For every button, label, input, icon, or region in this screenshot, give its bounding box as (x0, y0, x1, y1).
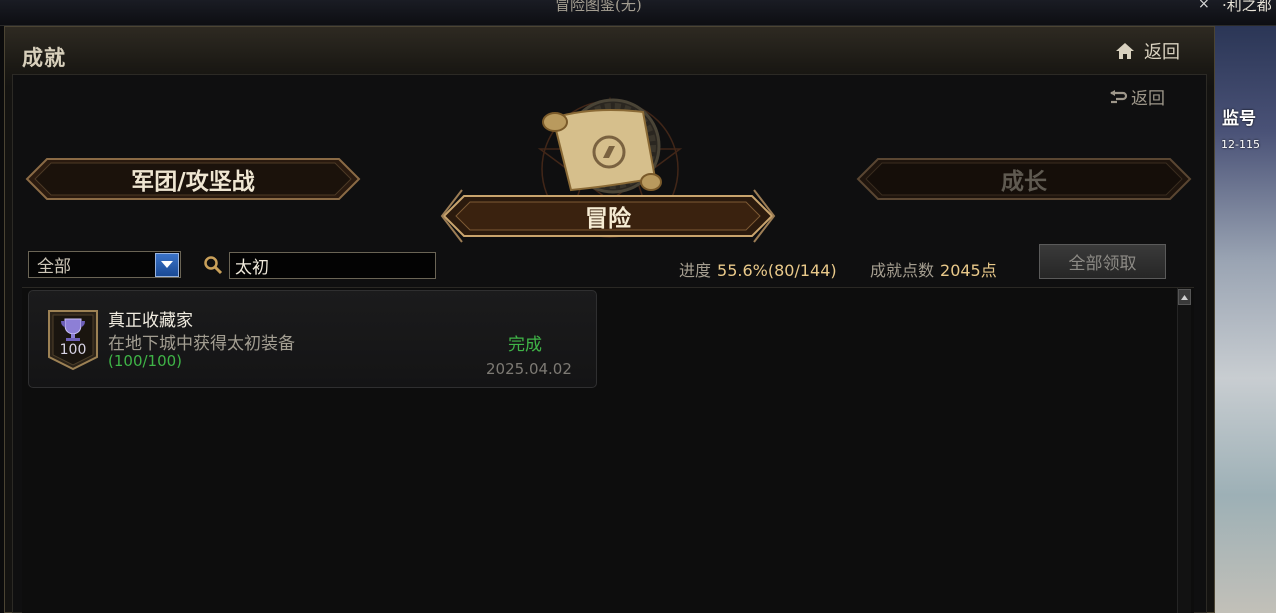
progress-value: 55.6%(80/144) (717, 261, 837, 280)
achievement-title: 真正收藏家 (108, 311, 193, 331)
search-input[interactable] (229, 252, 436, 279)
tab-growth-label: 成长 (1001, 168, 1047, 195)
scroll-emblem-icon (542, 98, 662, 194)
close-icon[interactable]: × (1198, 0, 1210, 12)
list-scrollbar[interactable] (1177, 288, 1191, 613)
search-icon[interactable] (203, 255, 223, 275)
back-label: 返回 (1131, 89, 1165, 109)
home-return-button[interactable]: 返回 (1114, 38, 1180, 64)
trophy-badge-icon (48, 310, 98, 371)
progress-label: 进度 (679, 261, 712, 280)
outer-window-title: 冒险图鉴(无) (555, 0, 642, 14)
window-title: 成就 (22, 45, 66, 70)
back-arrow-icon (1110, 89, 1128, 103)
tab-growth[interactable]: 成长 (856, 157, 1192, 201)
home-return-label: 返回 (1144, 42, 1180, 63)
points-stat: 成就点数 2045点 (870, 257, 997, 281)
achievement-count: (100/100) (108, 352, 183, 370)
tab-adventure[interactable]: 冒险 (440, 188, 776, 244)
scroll-up-button[interactable] (1178, 289, 1191, 305)
home-icon (1116, 43, 1134, 59)
chevron-up-icon (1181, 294, 1188, 300)
progress-stat: 进度 55.6%(80/144) (679, 257, 837, 281)
background-name-text: 监号 (1222, 109, 1256, 129)
category-filter-value: 全部 (37, 257, 71, 277)
tab-adventure-label: 冒险 (585, 205, 631, 232)
category-filter-select[interactable]: 全部 (28, 251, 181, 278)
background-level-text: 12-115 (1221, 138, 1260, 151)
claim-all-button[interactable]: 全部领取 (1039, 244, 1166, 279)
points-label: 成就点数 (870, 261, 935, 280)
achievement-status: 完成 (508, 335, 542, 355)
achievement-date: 2025.04.02 (486, 360, 572, 378)
back-button[interactable]: 返回 (1108, 84, 1165, 109)
points-value: 2045点 (940, 261, 997, 280)
outer-location-text: ·利之都 (1222, 0, 1272, 14)
tab-legion-raid[interactable]: 军团/攻坚战 (25, 157, 361, 201)
badge-points: 100 (59, 342, 87, 358)
chevron-down-icon[interactable] (155, 252, 179, 277)
achievement-description: 在地下城中获得太初装备 (108, 334, 295, 354)
tab-legion-raid-label: 军团/攻坚战 (131, 168, 255, 195)
